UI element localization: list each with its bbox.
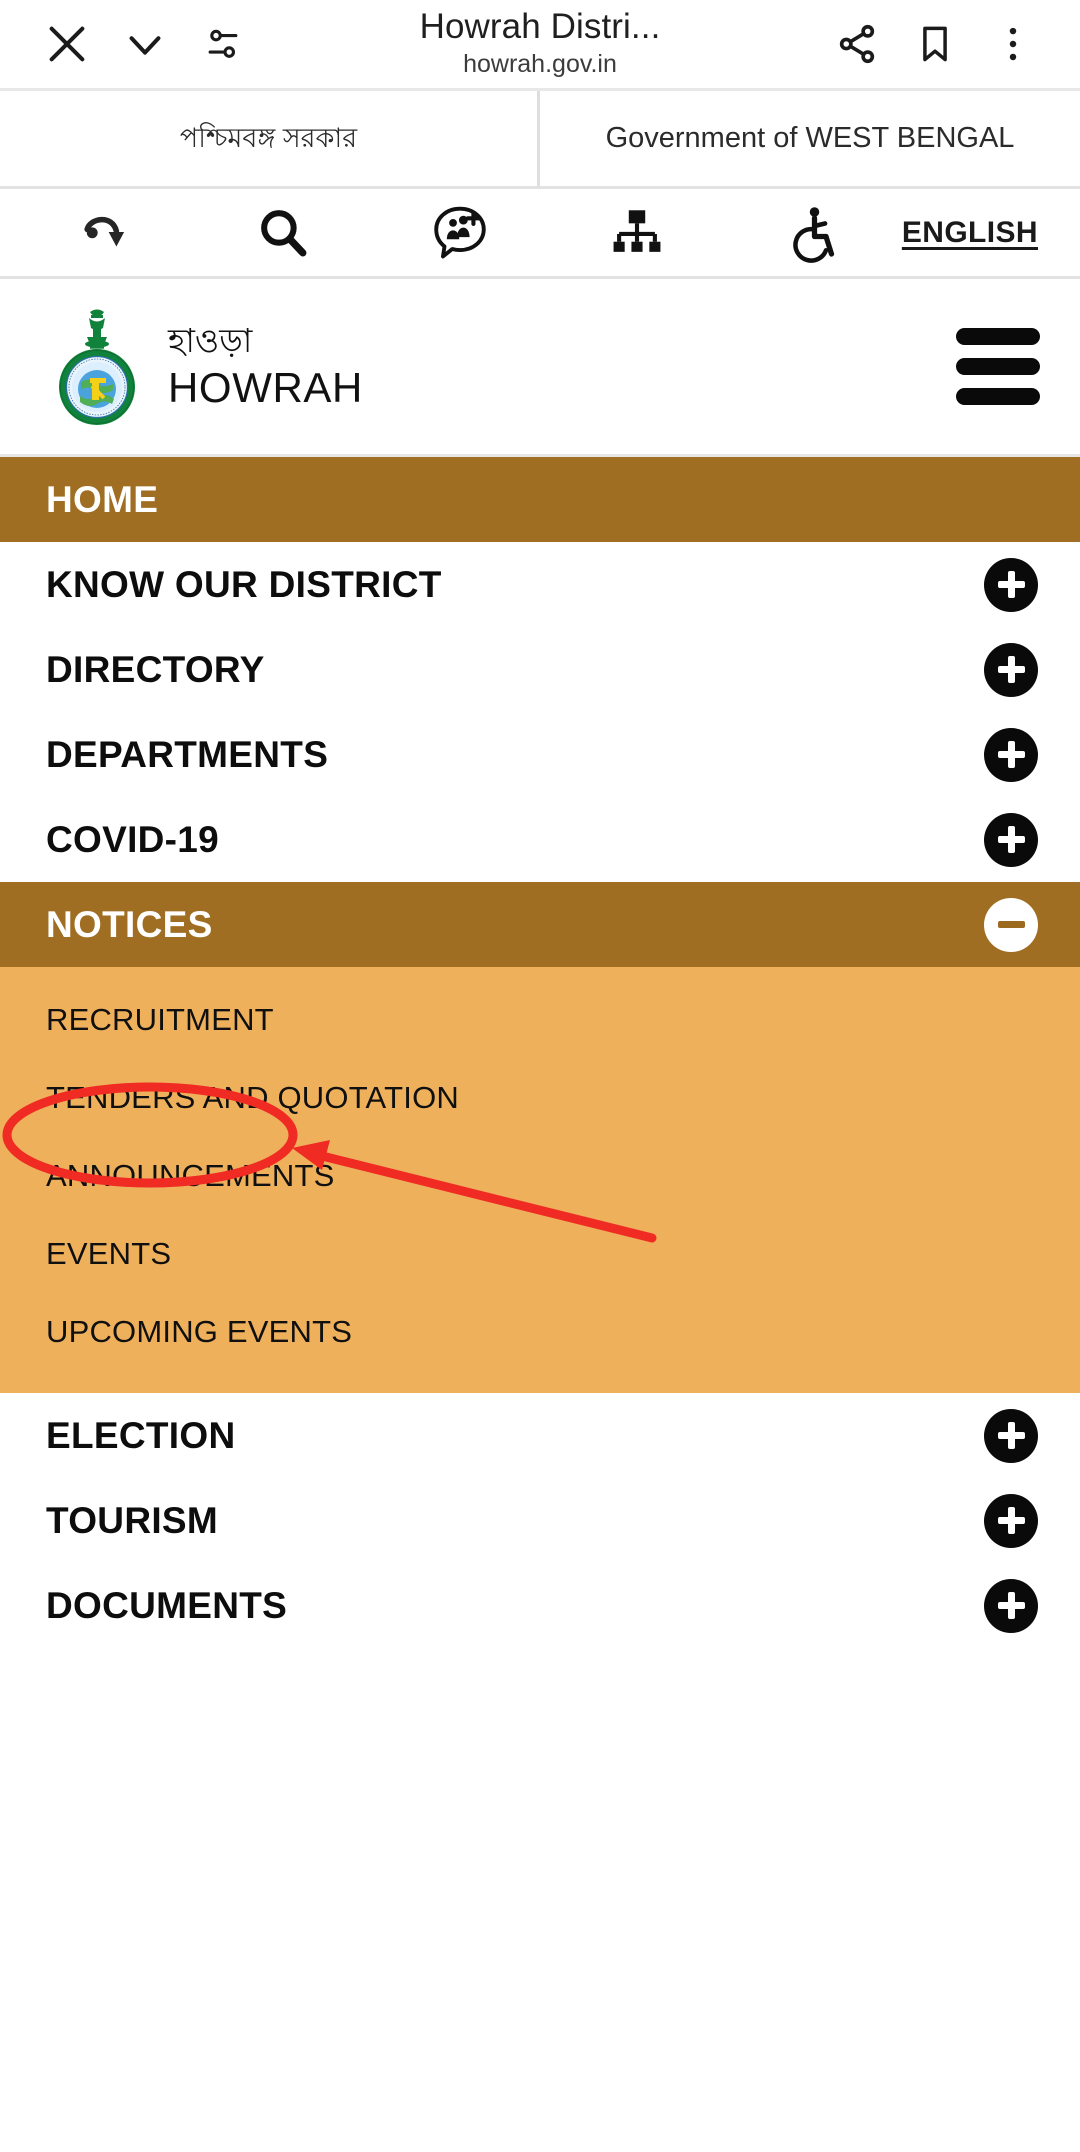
hamburger-bar-1	[956, 328, 1040, 345]
submenu-item-recruitment[interactable]: RECRUITMENT	[0, 981, 1080, 1059]
kebab-menu-icon	[1009, 27, 1017, 61]
plus-icon	[997, 741, 1025, 768]
language-label: ENGLISH	[901, 215, 1038, 249]
main-navigation: HOME KNOW OUR DISTRICT DIRECTORY DEPARTM…	[0, 457, 1080, 1648]
nav-item-tourism[interactable]: TOURISM	[0, 1478, 1080, 1563]
submenu-label-tenders-and-quotation: TENDERS AND QUOTATION	[46, 1080, 459, 1115]
brand-name-bengali: হাওড়া	[168, 321, 253, 359]
chevron-down-icon	[129, 36, 161, 55]
gov-name-english: Government of WEST BENGAL	[605, 121, 1015, 154]
hamburger-bar-3	[956, 388, 1040, 405]
nav-label-know-our-district: KNOW OUR DISTRICT	[46, 563, 442, 605]
expand-know-our-district-button[interactable]	[984, 557, 1038, 612]
brand-name-english: HOWRAH	[168, 363, 363, 411]
close-icon	[49, 26, 85, 62]
nav-label-notices: NOTICES	[46, 903, 213, 945]
submenu-label-announcements: ANNOUNCEMENTS	[46, 1158, 335, 1193]
skip-to-content-button[interactable]	[18, 189, 195, 276]
nav-label-home: HOME	[46, 478, 159, 520]
collapse-notices-button[interactable]	[984, 897, 1038, 952]
submenu-label-events: EVENTS	[46, 1236, 172, 1271]
howrah-logo[interactable]	[46, 304, 148, 430]
nav-label-directory: DIRECTORY	[46, 648, 265, 690]
accessibility-toolbar: ENGLISH	[0, 189, 1080, 279]
skip-to-content-icon	[84, 216, 125, 247]
search-button[interactable]	[195, 189, 372, 276]
expand-election-button[interactable]	[984, 1408, 1038, 1463]
nav-item-election[interactable]: ELECTION	[0, 1393, 1080, 1478]
search-icon	[261, 209, 307, 256]
site-settings-button[interactable]	[184, 5, 262, 83]
share-button[interactable]	[818, 5, 896, 83]
nav-item-notices[interactable]: NOTICES	[0, 882, 1080, 967]
nav-item-know-our-district[interactable]: KNOW OUR DISTRICT	[0, 542, 1080, 627]
expand-covid-19-button[interactable]	[984, 812, 1038, 867]
plus-icon	[997, 656, 1025, 683]
collapse-button[interactable]	[106, 5, 184, 83]
nav-item-directory[interactable]: DIRECTORY	[0, 627, 1080, 712]
gov-name-bengali-text: পশ্চিমবঙ্গ সরকার	[179, 123, 358, 154]
submenu-item-upcoming-events[interactable]: UPCOMING EVENTS	[0, 1293, 1080, 1371]
browser-toolbar: Howrah Distri... howrah.gov.in	[0, 0, 1080, 88]
close-button[interactable]	[28, 5, 106, 83]
submenu-item-announcements[interactable]: ANNOUNCEMENTS	[0, 1137, 1080, 1215]
plus-icon	[997, 571, 1025, 598]
nav-item-departments[interactable]: DEPARTMENTS	[0, 712, 1080, 797]
notices-submenu: RECRUITMENT TENDERS AND QUOTATION ANNOUN…	[0, 967, 1080, 1393]
nav-item-home[interactable]: HOME	[0, 457, 1080, 542]
address-bar[interactable]: Howrah Distri... howrah.gov.in	[262, 9, 818, 79]
nav-item-documents[interactable]: DOCUMENTS	[0, 1563, 1080, 1648]
accessibility-button[interactable]	[725, 189, 902, 276]
plus-icon	[997, 826, 1025, 853]
expand-departments-button[interactable]	[984, 727, 1038, 782]
nav-label-documents: DOCUMENTS	[46, 1584, 288, 1626]
plus-icon	[997, 1422, 1025, 1449]
submenu-item-tenders-and-quotation[interactable]: TENDERS AND QUOTATION	[0, 1059, 1080, 1137]
submenu-label-recruitment: RECRUITMENT	[46, 1002, 274, 1037]
submenu-item-events[interactable]: EVENTS	[0, 1215, 1080, 1293]
nav-label-election: ELECTION	[46, 1414, 236, 1456]
plus-icon	[997, 1507, 1025, 1534]
minus-icon	[997, 911, 1025, 938]
share-icon	[839, 24, 875, 64]
hamburger-bar-2	[956, 358, 1040, 375]
government-header-bar: পশ্চিমবঙ্গ সরকার Government of WEST BENG…	[0, 91, 1080, 189]
nav-label-tourism: TOURISM	[46, 1499, 219, 1541]
submenu-label-upcoming-events: UPCOMING EVENTS	[46, 1314, 353, 1349]
more-options-button[interactable]	[974, 5, 1052, 83]
expand-documents-button[interactable]	[984, 1578, 1038, 1633]
plus-icon	[997, 1592, 1025, 1619]
bookmark-icon	[923, 26, 947, 62]
hamburger-menu-button[interactable]	[956, 328, 1040, 405]
tune-icon	[208, 29, 238, 58]
nav-label-covid-19: COVID-19	[46, 818, 220, 860]
language-switcher[interactable]: ENGLISH	[902, 189, 1054, 276]
expand-directory-button[interactable]	[984, 642, 1038, 697]
expand-tourism-button[interactable]	[984, 1493, 1038, 1548]
bookmark-button[interactable]	[896, 5, 974, 83]
howrah-emblem-icon	[59, 309, 135, 425]
nav-item-covid-19[interactable]: COVID-19	[0, 797, 1080, 882]
sitemap-button[interactable]	[548, 189, 725, 276]
gov-name-bengali: পশ্চিমবঙ্গ সরকার	[0, 91, 540, 186]
site-branding: হাওড়া HOWRAH	[0, 279, 1080, 457]
page-url: howrah.gov.in	[463, 49, 617, 78]
page-title: Howrah Distri...	[419, 9, 661, 47]
nav-label-departments: DEPARTMENTS	[46, 733, 329, 775]
social-media-button[interactable]	[372, 189, 549, 276]
accessibility-icon	[793, 206, 835, 263]
sitemap-icon	[613, 209, 661, 252]
social-media-icon	[434, 206, 486, 258]
brand-text-block: হাওড়া HOWRAH	[168, 321, 363, 413]
